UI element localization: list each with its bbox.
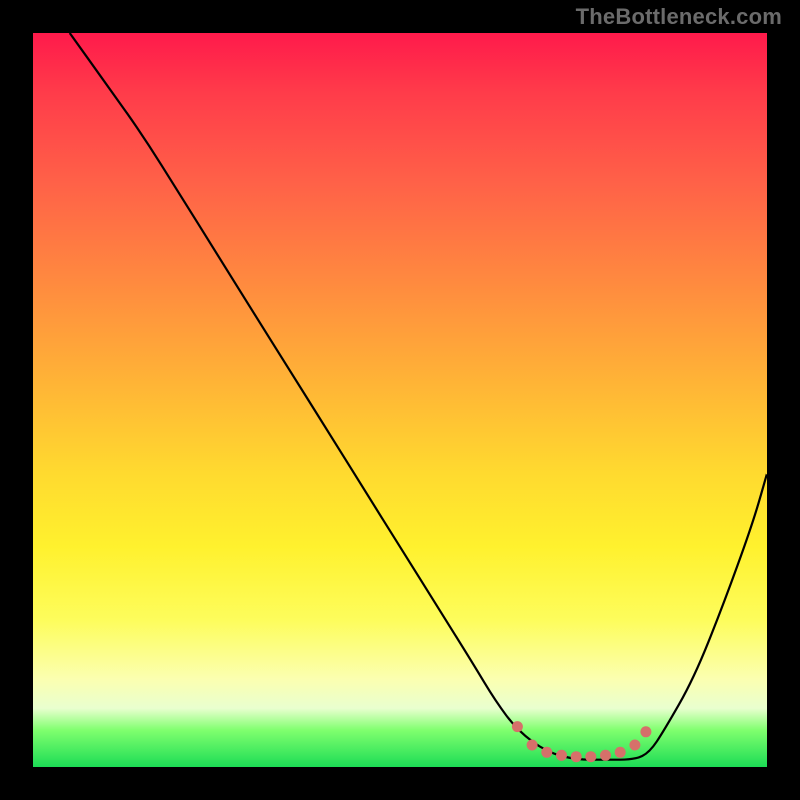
marker-dot [615, 747, 626, 758]
marker-dot [585, 751, 596, 762]
marker-dot [629, 740, 640, 751]
marker-dot [571, 751, 582, 762]
marker-group [512, 721, 652, 762]
marker-dot [527, 740, 538, 751]
chart-frame: TheBottleneck.com [0, 0, 800, 800]
watermark-text: TheBottleneck.com [576, 4, 782, 30]
marker-dot [541, 747, 552, 758]
marker-dot [600, 750, 611, 761]
marker-dot [556, 750, 567, 761]
marker-dot [640, 726, 651, 737]
optimal-range-markers [33, 33, 767, 767]
marker-dot [512, 721, 523, 732]
